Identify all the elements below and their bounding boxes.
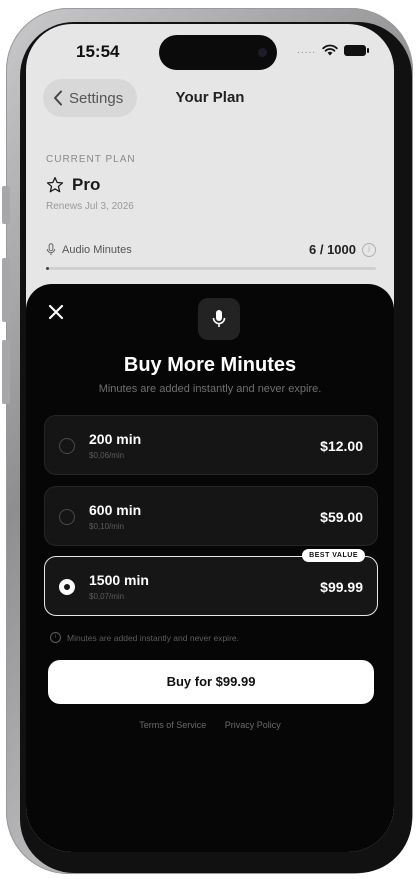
usage-row: Audio Minutes 6 / 1000 i xyxy=(46,242,376,257)
renewal-date: Renews Jul 3, 2026 xyxy=(46,201,134,212)
close-icon[interactable] xyxy=(46,302,66,322)
info-icon[interactable]: i xyxy=(362,242,376,257)
microphone-icon xyxy=(212,310,226,327)
signal-icon: ..... xyxy=(297,44,316,56)
page-title: Your Plan xyxy=(175,89,245,106)
option-price: $12.00 xyxy=(320,438,363,454)
battery-icon xyxy=(344,44,369,56)
option-minutes: 200 min xyxy=(89,431,142,447)
plan-name: Pro xyxy=(72,175,101,194)
option-minutes: 1500 min xyxy=(89,572,149,588)
usage-progress-bar xyxy=(46,267,376,270)
privacy-link[interactable]: Privacy Policy xyxy=(225,720,281,730)
sheet-icon-tile xyxy=(198,298,240,340)
wifi-icon xyxy=(322,44,338,56)
microphone-icon xyxy=(46,243,56,256)
sheet-subtitle: Minutes are added instantly and never ex… xyxy=(98,383,322,395)
volume-down-button xyxy=(2,340,10,404)
screen: 15:54 ..... Settings Your Plan CURRENT P… xyxy=(26,24,394,852)
radio-button[interactable] xyxy=(59,509,75,525)
option-price: $99.99 xyxy=(320,579,363,595)
option-price: $59.00 xyxy=(320,509,363,525)
usage-value-group: 6 / 1000 i xyxy=(309,242,376,257)
usage-value: 6 / 1000 xyxy=(309,242,356,257)
option-minutes: 600 min xyxy=(89,502,142,518)
expiry-note: i Minutes are added instantly and never … xyxy=(50,632,239,643)
option-rate: $0,07/min xyxy=(89,592,125,601)
buy-minutes-sheet: Buy More Minutes Minutes are added insta… xyxy=(26,284,394,852)
usage-label-group: Audio Minutes xyxy=(46,243,132,256)
camera-dot xyxy=(258,48,267,57)
best-value-badge: BEST VALUE xyxy=(302,549,365,562)
status-icons: ..... xyxy=(297,44,369,56)
option-1500-min[interactable]: BEST VALUE 1500 min $0,07/min $99.99 xyxy=(44,549,378,616)
plan-section-label: CURRENT PLAN xyxy=(46,154,136,165)
dynamic-island xyxy=(159,35,277,70)
option-600-min[interactable]: 600 min $0,10/min $59.00 xyxy=(44,486,378,546)
volume-up-button xyxy=(2,258,10,322)
plan-name-row: Pro xyxy=(46,175,376,195)
info-icon: i xyxy=(50,632,61,643)
current-plan-card: CURRENT PLAN Pro Renews Jul 3, 2026 Audi… xyxy=(46,154,376,270)
option-rate: $0,06/min xyxy=(89,451,125,460)
note-text: Minutes are added instantly and never ex… xyxy=(67,632,239,643)
action-button xyxy=(2,186,10,224)
buy-button[interactable]: Buy for $99.99 xyxy=(48,660,374,704)
radio-button[interactable] xyxy=(59,438,75,454)
status-time: 15:54 xyxy=(76,42,120,61)
usage-progress-fill xyxy=(46,267,49,270)
star-icon xyxy=(46,176,64,193)
sheet-title: Buy More Minutes xyxy=(123,354,297,376)
usage-label: Audio Minutes xyxy=(62,243,132,256)
option-200-min[interactable]: 200 min $0,06/min $12.00 xyxy=(44,415,378,475)
radio-button-selected[interactable] xyxy=(59,579,75,595)
terms-link[interactable]: Terms of Service xyxy=(139,720,206,730)
status-bar: 15:54 ..... xyxy=(26,24,394,74)
footer-links: Terms of Service Privacy Policy xyxy=(26,720,394,730)
option-rate: $0,10/min xyxy=(89,522,125,531)
